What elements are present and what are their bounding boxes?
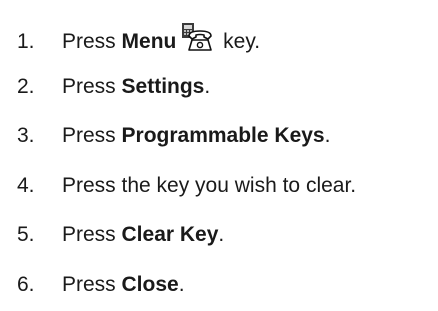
step-number: 4.	[17, 174, 35, 197]
step-2: 2. Press Settings.	[17, 72, 210, 102]
step-text: Press Close.	[62, 273, 185, 296]
programmable-keys-label: Programmable Keys	[121, 124, 325, 147]
step-number: 5.	[17, 223, 35, 246]
step-6: 6. Press Close.	[17, 270, 185, 300]
step-suffix: .	[324, 124, 331, 147]
step-prefix: Press	[62, 273, 122, 296]
menu-phone-icon	[180, 22, 214, 52]
instruction-steps: 1. Press Menu key. 2. Press Settings. 3. Pr…	[0, 0, 438, 311]
step-suffix: .	[178, 273, 185, 296]
step-suffix: .	[218, 223, 225, 246]
step-suffix: .	[204, 75, 211, 98]
step-prefix: Press	[62, 75, 122, 98]
step-5: 5. Press Clear Key.	[17, 220, 224, 250]
step-suffix: key.	[217, 30, 261, 53]
close-label: Close	[121, 273, 179, 296]
step-text: Press Settings.	[62, 75, 210, 98]
step-prefix: Press	[62, 124, 122, 147]
step-text: Press Menu key.	[62, 23, 261, 53]
step-prefix: Press	[62, 30, 122, 53]
step-prefix: Press the key you wish to clear.	[62, 174, 357, 197]
step-number: 6.	[17, 273, 35, 296]
step-prefix: Press	[62, 223, 122, 246]
settings-label: Settings	[121, 75, 205, 98]
step-number: 3.	[17, 124, 35, 147]
step-number: 1.	[17, 30, 35, 53]
step-text: Press the key you wish to clear.	[62, 174, 356, 197]
menu-key-label: Menu	[121, 30, 177, 53]
step-text: Press Programmable Keys.	[62, 124, 330, 147]
step-4: 4. Press the key you wish to clear.	[17, 171, 356, 201]
step-1: 1. Press Menu key.	[17, 22, 261, 53]
step-3: 3. Press Programmable Keys.	[17, 121, 330, 151]
step-text: Press Clear Key.	[62, 223, 224, 246]
clear-key-label: Clear Key	[121, 223, 219, 246]
step-number: 2.	[17, 75, 35, 98]
